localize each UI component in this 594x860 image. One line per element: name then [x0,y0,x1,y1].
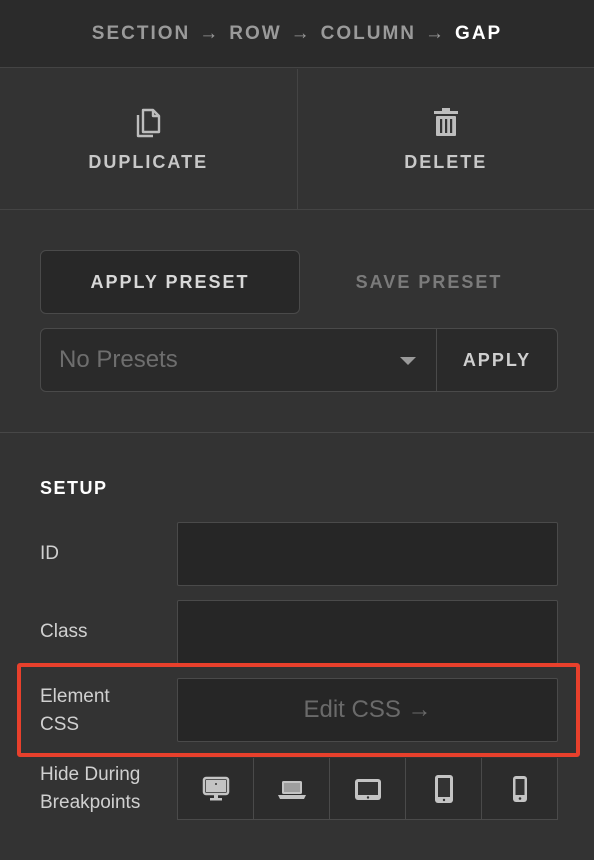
breadcrumb-column[interactable]: COLUMN [321,23,416,45]
breadcrumb-current: GAP [455,22,503,44]
breadcrumb-separator: → [290,22,312,44]
chevron-down-icon [400,357,416,365]
breakpoint-tablet-landscape-toggle[interactable] [329,758,405,819]
breakpoint-laptop-toggle[interactable] [253,758,329,819]
tab-apply-preset[interactable]: APPLY PRESET [40,250,300,314]
hide-breakpoints-label-line1: Hide During [40,764,141,785]
id-label: ID [40,543,59,564]
divider [0,432,594,433]
element-actions: DUPLICATE DELETE [0,69,594,210]
tablet-portrait-icon [434,774,453,803]
setup-title: SETUP [40,478,108,498]
breakpoint-toggles [177,758,558,820]
breakpoint-phone-toggle[interactable] [481,758,557,819]
hide-breakpoints-label: Hide During Breakpoints [40,761,140,817]
breadcrumb-row[interactable]: ROW [229,23,281,45]
duplicate-label: DUPLICATE [88,151,209,172]
breakpoint-tablet-portrait-toggle[interactable] [405,758,481,819]
breakpoint-desktop-toggle[interactable] [178,758,253,819]
class-label: Class [40,621,88,642]
hide-breakpoints-label-line2: Breakpoints [40,792,141,813]
breadcrumb-section[interactable]: SECTION [92,23,190,45]
element-css-label-line1: Element [40,686,110,707]
tablet-landscape-icon [354,778,381,800]
desktop-icon [202,776,229,800]
duplicate-icon [137,108,161,137]
element-css-label-line2: CSS [40,714,80,735]
trash-icon [433,107,458,136]
class-field[interactable] [177,600,558,664]
duplicate-button[interactable]: DUPLICATE [0,69,297,209]
laptop-icon [277,780,306,799]
delete-button[interactable]: DELETE [296,69,594,209]
id-field[interactable] [177,522,558,586]
breadcrumb: SECTION → ROW → COLUMN → GAP [0,0,594,68]
breadcrumb-separator: → [425,22,447,44]
edit-css-button[interactable]: Edit CSS → [177,678,558,742]
preset-select[interactable]: No Presets [41,329,437,391]
breadcrumb-separator: → [199,22,221,44]
tab-save-preset[interactable]: SAVE PRESET [300,250,558,314]
element-css-label: Element CSS [40,683,110,739]
preset-tabs: APPLY PRESET SAVE PRESET [40,250,558,314]
phone-icon [512,775,527,802]
preset-select-value: No Presets [59,346,178,373]
delete-label: DELETE [404,151,488,172]
apply-preset-button[interactable]: APPLY [437,329,557,391]
preset-select-row: No Presets APPLY [40,328,558,392]
